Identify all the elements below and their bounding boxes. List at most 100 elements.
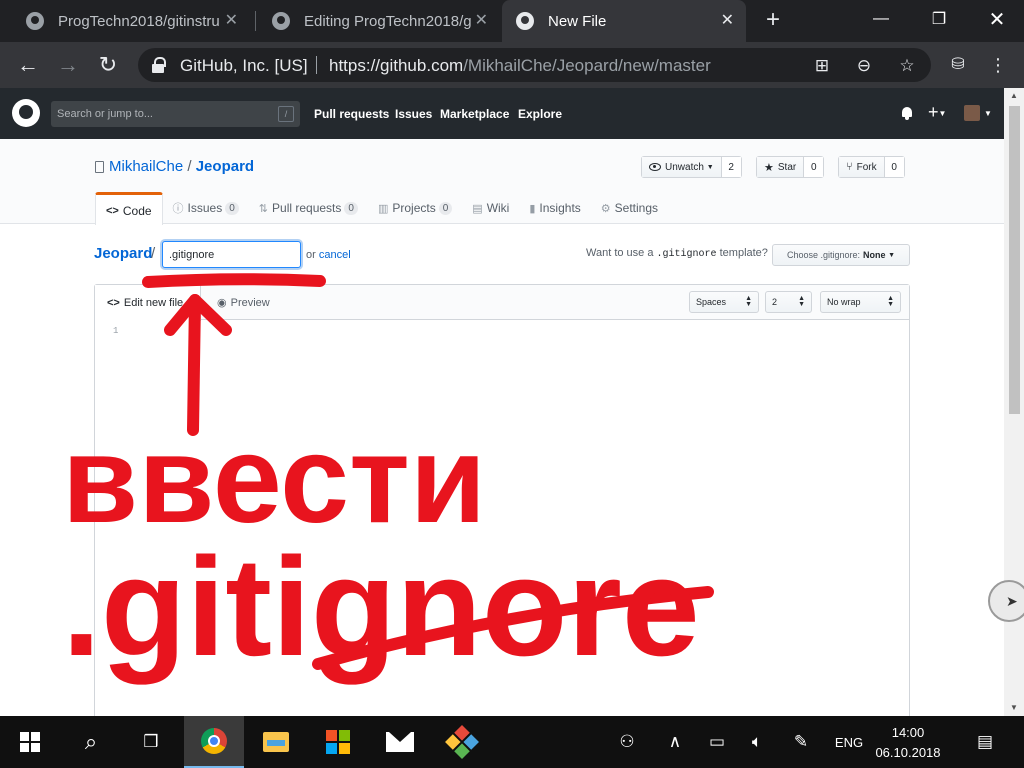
forward-arrow-icon[interactable]: → xyxy=(54,51,82,79)
url-host: https://github.com xyxy=(329,56,464,75)
git-app-icon xyxy=(445,725,479,759)
mail-icon xyxy=(386,732,414,752)
zoom-icon[interactable]: ⊖ xyxy=(853,55,875,77)
github-search-input[interactable] xyxy=(57,105,267,123)
indent-mode-value: Spaces xyxy=(696,297,727,307)
caret-down-icon[interactable]: ▼ xyxy=(984,109,992,118)
clock[interactable]: 14:00 06.10.2018 xyxy=(860,723,956,763)
chevron-up-icon[interactable]: ∧ xyxy=(660,716,690,768)
scroll-thumb[interactable] xyxy=(1009,106,1020,414)
github-search[interactable]: / xyxy=(51,101,300,127)
tab-pull-requests[interactable]: ⇅ Pull requests 0 xyxy=(249,192,368,224)
indent-mode-select[interactable]: Spaces ▲ ▼ xyxy=(689,291,759,313)
window-restore-icon[interactable]: ❐ xyxy=(910,0,968,38)
header-nav-explore[interactable]: Explore xyxy=(518,107,562,121)
indent-size-select[interactable]: 2 ▲ ▼ xyxy=(765,291,812,313)
people-icon[interactable]: ⚇ xyxy=(610,716,644,768)
scroll-down-arrow-icon[interactable]: ▼ xyxy=(1004,700,1024,716)
taskbar-chrome[interactable] xyxy=(184,716,244,768)
url-text[interactable]: https://github.com/MikhailChe/Jeopard/ne… xyxy=(329,56,711,76)
tab-preview[interactable]: ◉ Preview xyxy=(217,285,270,320)
breadcrumb-repo-link[interactable]: Jeopard xyxy=(94,245,152,262)
choose-gitignore-template-button[interactable]: Choose .gitignore: None ▼ xyxy=(772,244,910,266)
header-nav-issues[interactable]: Issues xyxy=(395,107,432,121)
volume-icon[interactable]: 🔈︎ xyxy=(740,716,774,768)
tab-label: Preview xyxy=(230,296,270,309)
github-favicon-icon xyxy=(26,12,44,30)
task-view-icon[interactable]: ❒ xyxy=(122,716,180,768)
repo-name-link[interactable]: Jeopard xyxy=(196,158,254,175)
avatar[interactable] xyxy=(964,105,980,121)
window-minimize-icon[interactable]: — xyxy=(852,0,910,38)
template-code: .gitignore xyxy=(656,249,717,260)
site-identity[interactable]: GitHub, Inc. [US] xyxy=(180,56,308,76)
bookmark-star-icon[interactable]: ☆ xyxy=(896,55,918,77)
tab-title: New File xyxy=(548,12,607,30)
star-count[interactable]: 0 xyxy=(804,157,824,177)
unwatch-button[interactable]: Unwatch ▼ xyxy=(642,157,722,177)
taskbar-file-explorer[interactable] xyxy=(246,716,306,768)
tab-close-icon[interactable]: ✕ xyxy=(225,12,238,30)
reload-icon[interactable]: ↻ xyxy=(94,51,122,79)
pen-icon[interactable]: ✎ xyxy=(784,716,818,768)
floating-cursor-button[interactable]: ➤ xyxy=(988,580,1024,622)
tab-edit-new-file[interactable]: <> Edit new file xyxy=(95,285,201,321)
star-button[interactable]: ★ Star xyxy=(757,157,805,177)
translate-icon[interactable]: ⊞ xyxy=(811,55,833,77)
tab-projects[interactable]: ▥ Projects 0 xyxy=(368,192,462,224)
cancel-link[interactable]: cancel xyxy=(319,249,351,261)
tab-close-icon[interactable]: ✕ xyxy=(475,12,488,30)
browser-tab-1[interactable]: ProgTechn2018/gitinstru ✕ xyxy=(10,0,250,42)
taskbar-store[interactable] xyxy=(308,716,368,768)
repo-nav: <> Code ⓘ Issues 0 ⇅ Pull requests 0 ▥ Project… xyxy=(95,192,668,225)
fork-pill: ⑂ Fork 0 xyxy=(838,156,905,178)
extension-icon[interactable]: ⛁ xyxy=(944,51,972,79)
browser-tab-3-active[interactable]: New File ✕ xyxy=(502,0,746,42)
address-bar[interactable]: GitHub, Inc. [US] https://github.com/Mik… xyxy=(138,48,931,82)
browser-tab-2[interactable]: Editing ProgTechn2018/g ✕ xyxy=(256,0,500,42)
tab-settings[interactable]: ⚙ Settings xyxy=(591,192,668,224)
cursor-arrow-icon: ➤ xyxy=(1006,593,1018,609)
or-label: or xyxy=(306,249,316,261)
tab-wiki[interactable]: ▤ Wiki xyxy=(462,192,519,224)
notifications-icon[interactable]: ▤ xyxy=(966,716,1004,768)
filename-input[interactable] xyxy=(162,241,301,268)
url-divider xyxy=(316,56,317,74)
notification-bell-icon[interactable] xyxy=(901,107,913,120)
fork-count[interactable]: 0 xyxy=(884,157,904,177)
watch-count[interactable]: 2 xyxy=(721,157,741,177)
tab-label: Wiki xyxy=(486,201,510,215)
scroll-up-arrow-icon[interactable]: ▲ xyxy=(1004,88,1024,104)
start-button[interactable] xyxy=(0,716,60,768)
header-nav-pull-requests[interactable]: Pull requests xyxy=(314,107,389,121)
github-favicon-icon xyxy=(516,12,534,30)
eye-icon: ◉ xyxy=(217,297,227,309)
code-icon: <> xyxy=(106,204,119,217)
tab-close-icon[interactable]: ✕ xyxy=(721,12,734,30)
search-icon[interactable]: ⌕ xyxy=(62,716,120,768)
create-new-plus-icon[interactable]: +▼ xyxy=(928,102,946,123)
back-arrow-icon[interactable]: ← xyxy=(14,51,42,79)
repo-owner-link[interactable]: MikhailChe xyxy=(109,158,183,175)
tab-insights[interactable]: ▮ Insights xyxy=(519,192,590,224)
wrap-mode-select[interactable]: No wrap ▲ ▼ xyxy=(820,291,901,313)
fork-label: Fork xyxy=(856,161,877,173)
header-nav-marketplace[interactable]: Marketplace xyxy=(440,107,509,121)
graph-icon: ▮ xyxy=(529,202,536,215)
clock-time: 14:00 xyxy=(891,725,925,740)
new-tab-plus-icon[interactable]: + xyxy=(760,8,786,34)
github-logo-icon[interactable] xyxy=(12,99,40,127)
tab-code[interactable]: <> Code xyxy=(95,192,163,225)
taskbar-git-app[interactable] xyxy=(432,716,492,768)
window-close-icon[interactable]: ✕ xyxy=(968,0,1024,38)
fork-button[interactable]: ⑂ Fork xyxy=(839,157,885,177)
chrome-menu-icon[interactable]: ⋮ xyxy=(984,51,1012,79)
lock-icon[interactable] xyxy=(152,57,166,73)
tab-label: Pull requests xyxy=(272,201,342,215)
taskbar-mail[interactable] xyxy=(370,716,430,768)
github-favicon-icon xyxy=(272,12,290,30)
template-button-label: Choose .gitignore: xyxy=(787,250,861,260)
file-editor: <> Edit new file ◉ Preview Spaces ▲ ▼ 2 ▲ ▼ No… xyxy=(94,284,910,724)
network-icon[interactable]: ▭ xyxy=(700,716,734,768)
tab-issues[interactable]: ⓘ Issues 0 xyxy=(163,192,249,224)
